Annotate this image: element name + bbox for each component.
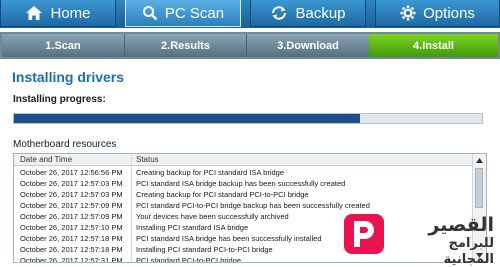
progress-label: Installing progress: — [13, 94, 106, 105]
row-status: Your devices have been successfully arch… — [136, 212, 289, 221]
row-status: Creating backup for PCI standard ISA bri… — [136, 168, 285, 177]
gear-icon — [400, 5, 416, 21]
row-datetime: October 26, 2017 12:57:18 PM — [20, 234, 123, 243]
row-datetime: October 26, 2017 12:57:09 PM — [20, 201, 123, 210]
tab-pc-scan[interactable]: PC Scan — [125, 0, 241, 27]
step-install-label: 4.Install — [413, 39, 454, 52]
watermark-line-1: القصير — [428, 214, 494, 236]
table-row[interactable]: October 26, 2017 12:57:03 PM Creating bac… — [14, 189, 474, 200]
section-label: Motherboard resources — [13, 139, 117, 150]
row-status: PCI standard ISA bridge has been success… — [136, 234, 322, 243]
row-status: Installing PCI standard PCI-to-PCI bridg… — [136, 245, 273, 254]
row-datetime: October 26, 2017 12:56:56 PM — [20, 168, 123, 177]
step-results: 2.Results — [125, 34, 247, 57]
tab-home-label: Home — [50, 4, 91, 22]
watermark-logo-icon — [344, 214, 384, 254]
row-status: Creating backup for PCI standard PCI-to-… — [136, 190, 309, 199]
step-install: 4.Install — [369, 34, 498, 57]
step-scan: 1.Scan — [2, 34, 125, 57]
home-icon — [25, 5, 43, 21]
scrollbar-thumb[interactable] — [475, 168, 483, 208]
step-scan-label: 1.Scan — [45, 39, 81, 52]
search-icon — [142, 5, 158, 21]
row-datetime: October 26, 2017 12:57:03 PM — [20, 190, 123, 199]
column-header-date[interactable]: Date and Time — [20, 155, 72, 164]
site-watermark: القصير للبرامج المجانية — [344, 214, 494, 267]
wizard-steps: 1.Scan 2.Results 3.Download 4.Install — [0, 32, 500, 59]
backup-icon — [270, 5, 288, 21]
tab-pc-scan-label: PC Scan — [164, 4, 225, 22]
table-row[interactable]: October 26, 2017 12:56:56 PM Creating bac… — [14, 167, 474, 178]
tab-options[interactable]: Options — [375, 0, 500, 27]
row-status: PCI standard PCI-to-PCI bridge backup ha… — [136, 201, 370, 210]
row-status: PCI standard PCI-to-PCI bridge — [136, 256, 242, 263]
progress-fill — [14, 114, 361, 123]
step-download-label: 3.Download — [277, 39, 339, 52]
table-header: Date and Time Status — [14, 154, 474, 166]
column-header-status[interactable]: Status — [136, 155, 159, 164]
row-datetime: October 26, 2017 12:57:03 PM — [20, 179, 123, 188]
row-datetime: October 26, 2017 12:57:31 PM — [20, 256, 123, 263]
row-status: PCI standard ISA bridge backup has been … — [136, 179, 346, 188]
scroll-up-icon[interactable] — [475, 156, 484, 165]
watermark-line-2: للبرامج — [448, 236, 494, 251]
row-status: Installing PCI standard ISA bridge — [136, 223, 249, 232]
step-download: 3.Download — [247, 34, 369, 57]
install-progress-bar — [13, 113, 483, 124]
tab-options-label: Options — [423, 4, 475, 22]
tab-backup[interactable]: Backup — [250, 0, 366, 27]
row-datetime: October 26, 2017 12:57:18 PM — [20, 245, 123, 254]
row-datetime: October 26, 2017 12:57:10 PM — [20, 223, 123, 232]
top-nav-bar: Home PC Scan Backup Options — [0, 0, 500, 28]
row-datetime: October 26, 2017 12:57:09 PM — [20, 212, 123, 221]
tab-backup-label: Backup — [295, 4, 346, 22]
watermark-line-3: المجانية — [443, 252, 494, 267]
page-title: Installing drivers — [12, 69, 125, 85]
table-row[interactable]: October 26, 2017 12:57:09 PM PCI standard… — [14, 200, 474, 211]
tab-home[interactable]: Home — [0, 0, 116, 27]
step-results-label: 2.Results — [161, 39, 210, 52]
table-row[interactable]: October 26, 2017 12:57:03 PM PCI standard… — [14, 178, 474, 189]
